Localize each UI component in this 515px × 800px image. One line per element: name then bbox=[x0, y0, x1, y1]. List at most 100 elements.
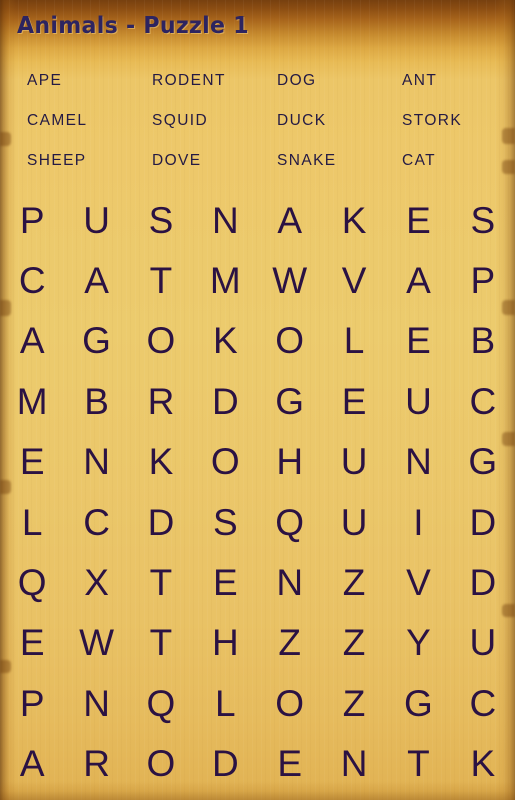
grid-letter-cell[interactable]: V bbox=[322, 250, 386, 310]
grid-letter-cell[interactable]: E bbox=[0, 613, 64, 673]
grid-letter-cell[interactable]: G bbox=[258, 371, 322, 431]
grid-letter-cell[interactable]: Y bbox=[386, 613, 450, 673]
word-list-item[interactable]: RODENT bbox=[152, 70, 226, 92]
grid-letter-cell[interactable]: D bbox=[451, 552, 515, 612]
grid-letter-cell[interactable]: L bbox=[193, 673, 257, 733]
grid-letter-cell[interactable]: K bbox=[451, 734, 515, 794]
grid-letter-cell[interactable]: I bbox=[386, 492, 450, 552]
word-list-item[interactable]: DUCK bbox=[277, 110, 327, 132]
grid-letter-cell[interactable]: B bbox=[64, 371, 128, 431]
grid-letter-cell[interactable]: L bbox=[322, 311, 386, 371]
grid-letter-cell[interactable]: Z bbox=[322, 673, 386, 733]
grid-letter-cell[interactable]: T bbox=[129, 250, 193, 310]
grid-letter-cell[interactable]: A bbox=[0, 734, 64, 794]
title-bar: Animals - Puzzle 1 bbox=[17, 11, 487, 45]
grid-letter-cell[interactable]: Q bbox=[258, 492, 322, 552]
grid-letter-cell[interactable]: P bbox=[0, 190, 64, 250]
grid-letter-cell[interactable]: M bbox=[193, 250, 257, 310]
grid-letter-cell[interactable]: T bbox=[129, 613, 193, 673]
word-list-item[interactable]: ANT bbox=[402, 70, 437, 92]
grid-letter-cell[interactable]: O bbox=[129, 734, 193, 794]
grid-letter-cell[interactable]: N bbox=[64, 673, 128, 733]
grid-letter-cell[interactable]: N bbox=[64, 432, 128, 492]
letter-grid[interactable]: PUSNAKESCATMWVAPAGOKOLEBMBRDGEUCENKOHUNG… bbox=[0, 190, 515, 794]
grid-letter-cell[interactable]: C bbox=[0, 250, 64, 310]
word-list-item[interactable]: DOVE bbox=[152, 150, 202, 172]
grid-letter-cell[interactable]: U bbox=[451, 613, 515, 673]
word-list-item[interactable]: SQUID bbox=[152, 110, 208, 132]
grid-letter-cell[interactable]: D bbox=[451, 492, 515, 552]
grid-letter-cell[interactable]: M bbox=[0, 371, 64, 431]
word-list-item[interactable]: CAT bbox=[402, 150, 436, 172]
grid-letter-cell[interactable]: A bbox=[258, 190, 322, 250]
grid-letter-cell[interactable]: D bbox=[129, 492, 193, 552]
grid-letter-cell[interactable]: A bbox=[64, 250, 128, 310]
grid-letter-cell[interactable]: O bbox=[258, 311, 322, 371]
grid-letter-cell[interactable]: N bbox=[386, 432, 450, 492]
grid-letter-cell[interactable]: Z bbox=[322, 613, 386, 673]
grid-letter-cell[interactable]: G bbox=[64, 311, 128, 371]
grid-letter-cell[interactable]: K bbox=[129, 432, 193, 492]
grid-letter-cell[interactable]: K bbox=[322, 190, 386, 250]
grid-letter-cell[interactable]: G bbox=[386, 673, 450, 733]
grid-letter-cell[interactable]: H bbox=[258, 432, 322, 492]
grid-letter-cell[interactable]: C bbox=[64, 492, 128, 552]
grid-letter-cell[interactable]: U bbox=[322, 432, 386, 492]
grid-letter-cell[interactable]: D bbox=[193, 371, 257, 431]
word-list-item[interactable]: STORK bbox=[402, 110, 462, 132]
word-list-item[interactable]: CAMEL bbox=[27, 110, 87, 132]
grid-letter-cell[interactable]: P bbox=[451, 250, 515, 310]
grid-letter-cell[interactable]: T bbox=[129, 552, 193, 612]
grid-letter-cell[interactable]: C bbox=[451, 673, 515, 733]
grid-letter-cell[interactable]: Q bbox=[129, 673, 193, 733]
grid-letter-cell[interactable]: E bbox=[386, 311, 450, 371]
grid-letter-cell[interactable]: S bbox=[193, 492, 257, 552]
grid-letter-cell[interactable]: K bbox=[193, 311, 257, 371]
grid-letter-cell[interactable]: O bbox=[129, 311, 193, 371]
grid-letter-cell[interactable]: D bbox=[193, 734, 257, 794]
grid-letter-cell[interactable]: N bbox=[258, 552, 322, 612]
grid-letter-cell[interactable]: L bbox=[0, 492, 64, 552]
grid-letter-cell[interactable]: Z bbox=[258, 613, 322, 673]
word-list-row: SHEEP DOVE SNAKE CAT bbox=[0, 150, 515, 190]
grid-letter-cell[interactable]: C bbox=[451, 371, 515, 431]
grid-letter-cell[interactable]: Q bbox=[0, 552, 64, 612]
grid-letter-cell[interactable]: Z bbox=[322, 552, 386, 612]
word-list-item[interactable]: SHEEP bbox=[27, 150, 87, 172]
grid-letter-cell[interactable]: S bbox=[129, 190, 193, 250]
grid-letter-cell[interactable]: O bbox=[258, 673, 322, 733]
grid-letter-cell[interactable]: N bbox=[322, 734, 386, 794]
grid-letter-cell[interactable]: R bbox=[64, 734, 128, 794]
grid-letter-cell[interactable]: O bbox=[193, 432, 257, 492]
grid-letter-cell[interactable]: A bbox=[386, 250, 450, 310]
word-list: APE RODENT DOG ANT CAMEL SQUID DUCK STOR… bbox=[0, 70, 515, 182]
grid-letter-cell[interactable]: E bbox=[193, 552, 257, 612]
grid-letter-cell[interactable]: X bbox=[64, 552, 128, 612]
word-list-item[interactable]: DOG bbox=[277, 70, 317, 92]
grid-letter-cell[interactable]: V bbox=[386, 552, 450, 612]
word-list-item[interactable]: SNAKE bbox=[277, 150, 337, 172]
grid-letter-cell[interactable]: U bbox=[322, 492, 386, 552]
grid-letter-cell[interactable]: T bbox=[386, 734, 450, 794]
grid-letter-cell[interactable]: E bbox=[386, 190, 450, 250]
grid-letter-cell[interactable]: R bbox=[129, 371, 193, 431]
grid-letter-cell[interactable]: W bbox=[258, 250, 322, 310]
word-list-row: APE RODENT DOG ANT bbox=[0, 70, 515, 110]
grid-letter-cell[interactable]: A bbox=[0, 311, 64, 371]
grid-letter-cell[interactable]: E bbox=[322, 371, 386, 431]
word-list-item[interactable]: APE bbox=[27, 70, 62, 92]
grid-letter-cell[interactable]: W bbox=[64, 613, 128, 673]
grid-letter-cell[interactable]: U bbox=[386, 371, 450, 431]
page-title: Animals - Puzzle 1 bbox=[17, 13, 249, 39]
grid-letter-cell[interactable]: P bbox=[0, 673, 64, 733]
word-search-screen: Animals - Puzzle 1 APE RODENT DOG ANT CA… bbox=[0, 0, 515, 800]
grid-letter-cell[interactable]: E bbox=[258, 734, 322, 794]
grid-letter-cell[interactable]: E bbox=[0, 432, 64, 492]
grid-letter-cell[interactable]: G bbox=[451, 432, 515, 492]
grid-letter-cell[interactable]: N bbox=[193, 190, 257, 250]
grid-letter-cell[interactable]: S bbox=[451, 190, 515, 250]
grid-letter-cell[interactable]: U bbox=[64, 190, 128, 250]
word-list-row: CAMEL SQUID DUCK STORK bbox=[0, 110, 515, 150]
grid-letter-cell[interactable]: B bbox=[451, 311, 515, 371]
grid-letter-cell[interactable]: H bbox=[193, 613, 257, 673]
